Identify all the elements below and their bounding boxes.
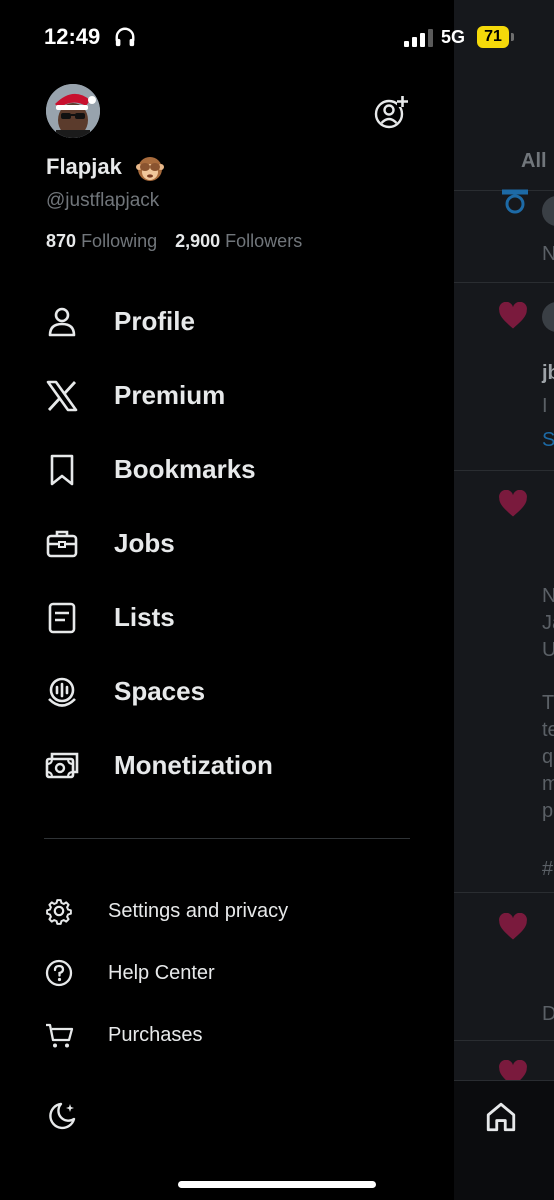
headphones-icon [115, 27, 135, 47]
tab-all[interactable]: All [521, 150, 547, 173]
list-document-icon [48, 602, 76, 634]
menu-item-premium[interactable]: Premium [44, 370, 404, 420]
feed-snippet: te [542, 719, 554, 741]
display-name[interactable]: Flapjak [46, 154, 122, 180]
followers-label: Followers [225, 231, 303, 251]
feed-snippet: I [542, 395, 548, 417]
followers-count: 2,900 [175, 231, 221, 251]
feed-divider [454, 282, 554, 283]
bookmark-icon [50, 454, 74, 486]
avatar[interactable] [46, 84, 100, 138]
gear-icon [46, 899, 72, 925]
briefcase-icon [46, 530, 78, 558]
menu-item-help-center[interactable]: Help Center [44, 952, 404, 992]
menu-item-label: Premium [114, 380, 226, 410]
feed-snippet: N [542, 243, 554, 265]
feed-snippet: N [542, 585, 554, 607]
menu-divider [44, 838, 410, 839]
spaces-microphone-icon [48, 677, 76, 707]
feed-snippet: q [542, 746, 554, 768]
status-time: 12:49 [44, 24, 101, 49]
menu-item-label: Bookmarks [114, 454, 256, 484]
following-label: Following [81, 231, 158, 251]
moon-icon[interactable] [46, 1100, 78, 1132]
feed-divider [454, 892, 554, 893]
feed-divider [454, 470, 554, 471]
side-drawer: 12:49 5G 71 Flapjak @justflapjack 870 Fo… [0, 0, 514, 1200]
person-icon [48, 307, 76, 337]
battery-level: 71 [477, 26, 509, 48]
menu-item-lists[interactable]: Lists [44, 592, 404, 642]
menu-item-profile[interactable]: Profile [44, 296, 404, 346]
feed-snippet: Ja [542, 612, 554, 634]
menu-item-monetization[interactable]: Monetization [44, 740, 404, 790]
home-icon[interactable] [484, 1100, 518, 1134]
feed-divider [454, 1040, 554, 1041]
menu-item-jobs[interactable]: Jobs [44, 518, 404, 568]
heart-icon [499, 302, 527, 329]
user-handle: @justflapjack [46, 190, 160, 211]
menu-item-spaces[interactable]: Spaces [44, 666, 404, 716]
battery-tip [511, 33, 514, 41]
feed-avatar [542, 196, 554, 226]
see-no-evil-monkey-icon [136, 157, 164, 181]
bottom-tab-bar [454, 1080, 554, 1200]
menu-item-label: Monetization [114, 750, 273, 780]
feed-snippet: U [542, 639, 554, 661]
add-account-icon[interactable] [372, 94, 408, 130]
feed-snippet: m [542, 773, 554, 795]
feed-snippet: T [542, 692, 554, 714]
menu-item-settings[interactable]: Settings and privacy [44, 890, 404, 930]
followers-link[interactable]: 2,900 Followers [175, 231, 302, 251]
heart-icon [499, 490, 527, 517]
menu-item-label: Profile [114, 306, 195, 336]
background-feed: All N jb I S N Ja U T te q m p # D [454, 0, 554, 1200]
feed-avatar [542, 302, 554, 332]
menu-item-bookmarks[interactable]: Bookmarks [44, 444, 404, 494]
menu-item-label: Purchases [108, 1024, 203, 1046]
feed-snippet: # [542, 858, 554, 880]
tab-indicator-icon [502, 189, 528, 214]
following-count: 870 [46, 231, 77, 251]
money-icon [45, 752, 79, 779]
follow-counts: 870 Following 2,900 Followers [46, 231, 302, 252]
help-circle-icon [45, 959, 73, 987]
menu-item-label: Spaces [114, 676, 206, 706]
x-logo-icon [46, 380, 78, 412]
feed-snippet: S [542, 429, 554, 451]
heart-icon [499, 913, 527, 940]
following-link[interactable]: 870 Following [46, 231, 157, 251]
avatar-image [46, 84, 100, 138]
feed-snippet: jb [542, 362, 554, 384]
signal-icon [404, 29, 433, 47]
home-indicator[interactable] [178, 1181, 376, 1188]
network-type: 5G [441, 27, 466, 47]
shopping-cart-icon [46, 1023, 74, 1048]
menu-item-label: Jobs [114, 528, 175, 558]
menu-item-label: Lists [114, 602, 175, 632]
menu-item-label: Settings and privacy [108, 900, 289, 922]
feed-snippet: p [542, 800, 554, 822]
menu-item-label: Help Center [108, 962, 215, 984]
menu-item-purchases[interactable]: Purchases [44, 1014, 404, 1054]
feed-snippet: D [542, 1003, 554, 1025]
